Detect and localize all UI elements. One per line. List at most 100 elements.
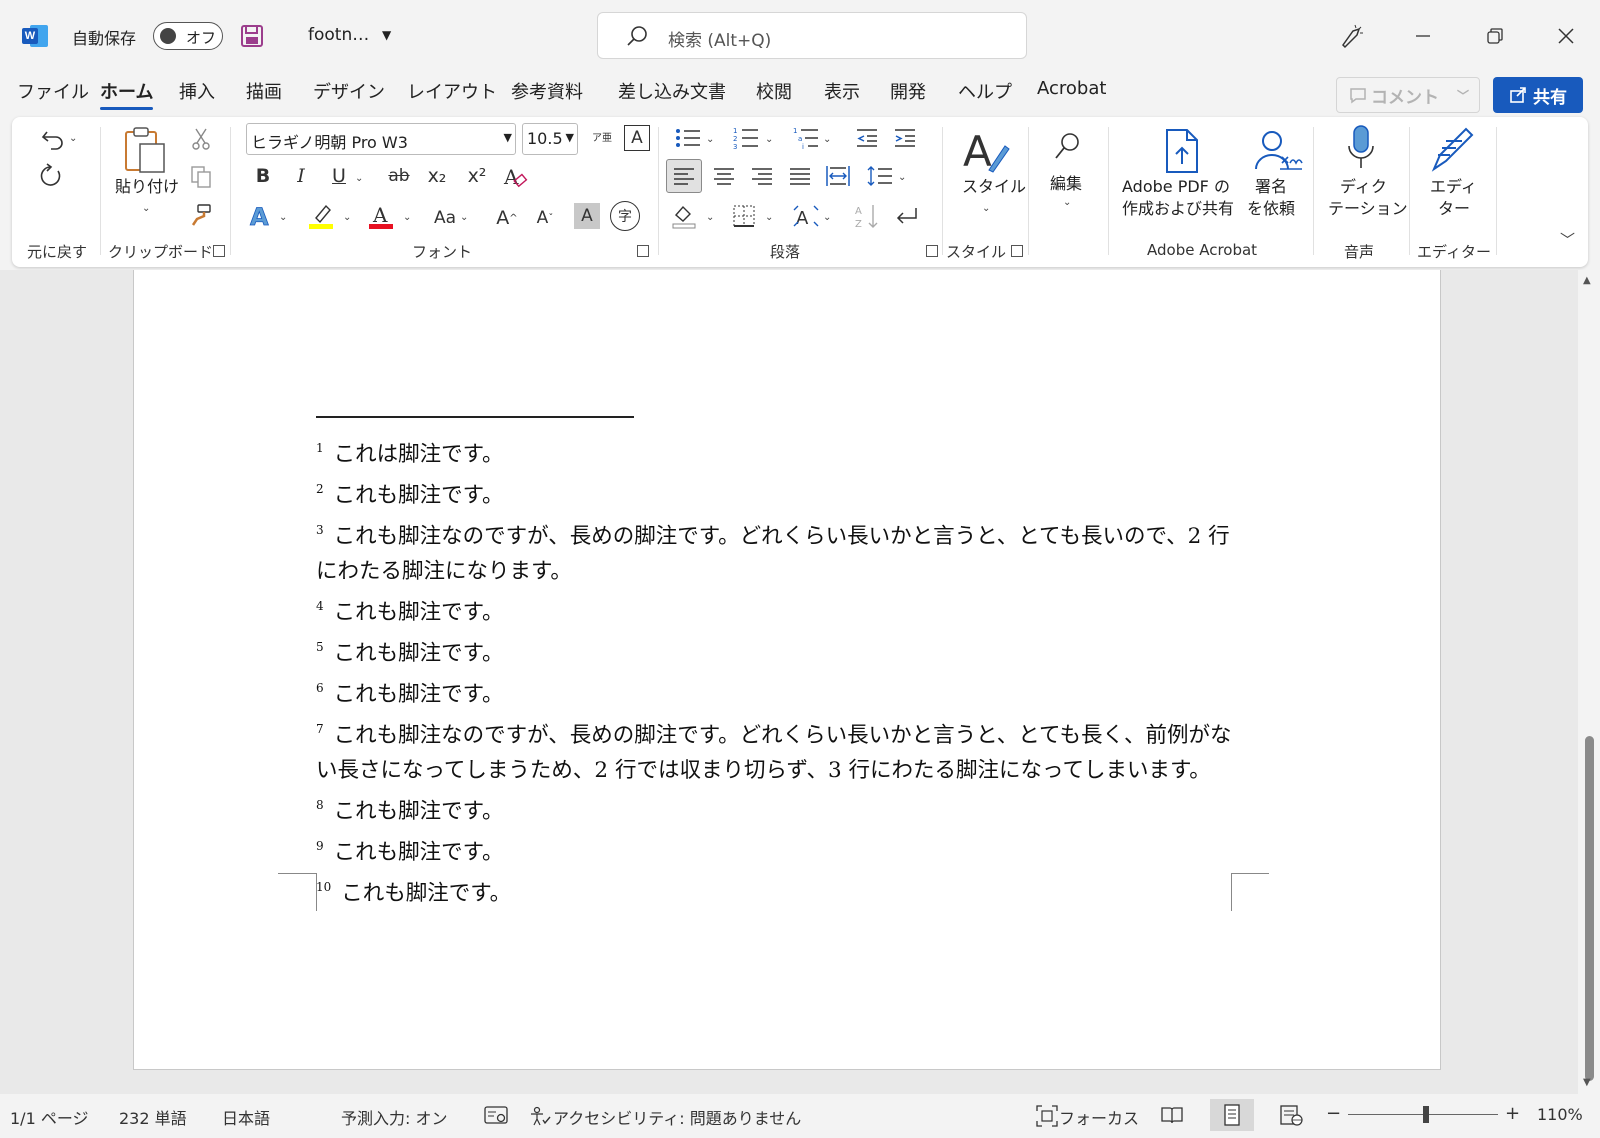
macro-record-icon[interactable] [474,1099,518,1131]
tab-home[interactable]: ホーム [100,78,154,110]
align-right-icon[interactable] [746,161,778,191]
tab-review[interactable]: 校閲 [756,78,792,104]
word-count[interactable]: 232 単語 [119,1105,187,1129]
font-size-select[interactable]: 10.5 ▼ [522,123,578,155]
footnote-item[interactable]: 8 これも脚注です。 [316,788,1236,829]
align-left-icon[interactable] [666,159,702,193]
clipboard-launcher-icon[interactable] [213,245,225,257]
share-button[interactable]: 共有 [1493,77,1583,113]
document-page[interactable]: 1 これは脚注です。 2 これも脚注です。 3 これも脚注なのですが、長めの脚注です。どれ… [133,270,1441,1070]
char-border-icon[interactable]: A [624,125,650,151]
editor-label-1[interactable]: エディ [1430,176,1477,198]
collapse-ribbon-icon[interactable]: ﹀ [1560,229,1575,250]
cut-icon[interactable] [186,125,216,153]
chevron-down-icon[interactable]: ▼ [382,28,391,42]
sort-icon[interactable]: AZ [852,201,882,231]
char-shading-button[interactable]: A [574,203,600,229]
format-painter-icon[interactable] [186,201,216,229]
paste-icon[interactable] [120,125,170,177]
document-filename[interactable]: footn… [308,25,369,45]
accessibility-icon[interactable] [529,1106,551,1126]
chevron-down-icon[interactable]: ⌄ [765,212,773,223]
chevron-down-icon[interactable]: ⌄ [823,212,831,223]
superscript-button[interactable]: x² [462,161,492,191]
paste-label[interactable]: 貼り付け [115,176,179,198]
footnote-item[interactable]: 9 これも脚注です。 [316,829,1236,870]
tab-mailings[interactable]: 差し込み文書 [618,78,726,104]
chevron-down-icon[interactable]: ⌄ [279,212,287,223]
create-pdf-label-2[interactable]: 作成および共有 [1122,198,1234,220]
comment-button[interactable]: コメント ﹀ [1336,77,1480,113]
chevron-down-icon[interactable]: ⌄ [1063,197,1071,208]
web-layout-icon[interactable] [1270,1099,1314,1131]
text-effects-icon[interactable]: A [246,201,276,231]
zoom-in-icon[interactable]: + [1505,1103,1520,1124]
create-pdf-icon[interactable] [1158,127,1208,175]
chevron-down-icon[interactable]: ⌄ [982,203,990,214]
ruby-icon[interactable]: ア亜 [588,123,616,155]
dictate-label-2[interactable]: テーション [1328,198,1408,220]
tab-layout[interactable]: レイアウト [407,78,497,104]
tab-view[interactable]: 表示 [824,78,860,104]
font-name-select[interactable]: ヒラギノ明朝 Pro W3 ▼ [246,123,516,155]
scroll-down-icon[interactable]: ▼ [1583,1077,1591,1088]
chevron-down-icon[interactable]: ⌄ [706,134,714,145]
chevron-down-icon[interactable]: ⌄ [898,172,906,183]
change-case-button[interactable]: Aa [426,203,464,233]
enclose-chars-icon[interactable]: 字 [610,201,640,231]
numbering-icon[interactable]: 123 [730,125,762,151]
clear-formatting-icon[interactable]: A [500,163,530,191]
tab-help[interactable]: ヘルプ [958,78,1012,104]
tab-file[interactable]: ファイル [17,78,89,104]
bullets-icon[interactable] [672,125,704,151]
justify-icon[interactable] [784,161,816,191]
styles-icon[interactable]: A [958,125,1014,175]
restore-icon[interactable] [1481,22,1509,50]
footnote-item[interactable]: 4 これも脚注です。 [316,589,1236,630]
undo-icon[interactable] [34,123,74,153]
bold-button[interactable]: B [248,161,278,191]
show-marks-icon[interactable] [892,201,922,231]
line-spacing-icon[interactable] [864,161,896,191]
dictate-label-1[interactable]: ディク [1340,176,1387,198]
shading-icon[interactable] [668,201,700,231]
styles-label[interactable]: スタイル [962,176,1026,198]
language-indicator[interactable]: 日本語 [222,1105,270,1129]
shrink-font-button[interactable]: Aˇ [530,203,560,233]
request-signature-icon[interactable] [1250,127,1306,175]
editor-icon[interactable] [1424,123,1478,175]
footnote-item[interactable]: 2 これも脚注です。 [316,472,1236,513]
footnote-item[interactable]: 10 これも脚注です。 [316,870,1236,911]
scroll-up-icon[interactable]: ▲ [1583,275,1591,286]
editing-search-icon[interactable] [1042,127,1092,167]
grow-font-button[interactable]: A ^ [492,203,522,233]
chevron-down-icon[interactable]: ⌄ [706,212,714,223]
copilot-designer-icon[interactable] [1338,22,1366,50]
accessibility-status[interactable]: アクセシビリティ: 問題ありません [553,1105,801,1129]
microphone-icon[interactable] [1336,123,1386,173]
create-pdf-label-1[interactable]: Adobe PDF の [1122,176,1230,198]
font-launcher-icon[interactable] [637,245,649,257]
footnote-item[interactable]: 1 これは脚注です。 [316,431,1236,472]
focus-icon[interactable] [1036,1105,1058,1127]
save-icon[interactable] [240,24,264,48]
chevron-down-icon[interactable]: ⌄ [823,134,831,145]
highlight-icon[interactable] [306,201,336,231]
zoom-level[interactable]: 110% [1537,1105,1583,1124]
print-layout-icon[interactable] [1210,1099,1254,1131]
predictive-input-status[interactable]: 予測入力: オン [341,1105,447,1129]
tab-design[interactable]: デザイン [313,78,385,104]
tab-draw[interactable]: 描画 [246,78,282,104]
asian-layout-icon[interactable]: A [790,201,822,231]
underline-button[interactable]: U [324,161,354,191]
minimize-icon[interactable] [1409,22,1437,50]
increase-indent-icon[interactable] [890,125,920,151]
distributed-icon[interactable] [822,161,854,191]
tab-insert[interactable]: 挿入 [179,78,215,104]
scroll-thumb[interactable] [1585,736,1594,1081]
read-mode-icon[interactable] [1150,1099,1194,1131]
subscript-button[interactable]: x₂ [422,161,452,191]
redo-icon[interactable] [32,161,72,193]
editor-label-2[interactable]: ター [1438,198,1470,220]
focus-mode-label[interactable]: フォーカス [1059,1105,1139,1129]
